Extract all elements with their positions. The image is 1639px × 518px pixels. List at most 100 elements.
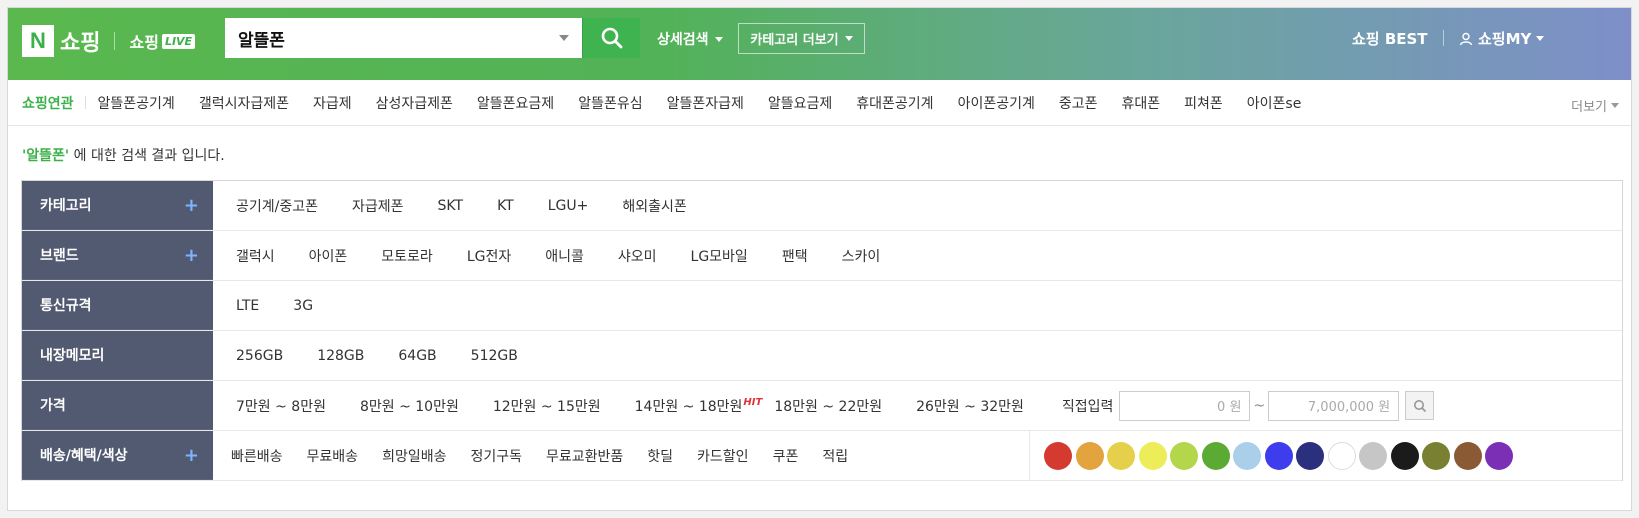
color-swatch[interactable] bbox=[1327, 441, 1356, 470]
filter-option-label: 14만원 ~ 18만원 bbox=[634, 398, 743, 415]
filter-option[interactable]: 희망일배송 bbox=[382, 446, 446, 466]
related-item[interactable]: 자급제 bbox=[313, 93, 352, 113]
filter-option[interactable]: 카드할인 bbox=[697, 446, 749, 466]
search-box[interactable] bbox=[225, 18, 582, 58]
filter-head-network: 통신규격 bbox=[22, 281, 213, 330]
chevron-down-icon[interactable] bbox=[559, 35, 569, 41]
related-item[interactable]: 피쳐폰 bbox=[1184, 93, 1223, 113]
related-item[interactable]: 휴대폰공기계 bbox=[856, 93, 933, 113]
filter-option[interactable]: 3G bbox=[293, 298, 313, 314]
price-search-button[interactable] bbox=[1405, 391, 1435, 420]
filter-head-brand[interactable]: 브랜드 + bbox=[22, 231, 213, 280]
filter-option[interactable]: 26만원 ~ 32만원 bbox=[916, 396, 1024, 416]
color-swatch[interactable] bbox=[1296, 441, 1324, 470]
filter-option[interactable]: 아이폰 bbox=[309, 246, 348, 266]
filter-option[interactable]: 해외출시폰 bbox=[622, 196, 686, 216]
filter-option[interactable]: 512GB bbox=[471, 348, 518, 364]
related-item[interactable]: 아이폰공기계 bbox=[958, 93, 1035, 113]
related-item[interactable]: 알뜰폰유심 bbox=[578, 93, 642, 113]
color-swatch[interactable] bbox=[1485, 441, 1513, 470]
filter-option[interactable]: 자급제폰 bbox=[352, 196, 404, 216]
filter-option[interactable]: LGU+ bbox=[548, 198, 589, 214]
filter-option[interactable]: 256GB bbox=[236, 348, 283, 364]
filter-option[interactable]: 8만원 ~ 10만원 bbox=[360, 396, 459, 416]
detail-search-button[interactable]: 상세검색 bbox=[657, 29, 723, 49]
plus-icon[interactable]: + bbox=[184, 245, 199, 266]
filter-option[interactable]: 128GB bbox=[317, 348, 364, 364]
filter-option[interactable]: 빠른배송 bbox=[231, 446, 283, 466]
related-item[interactable]: 알뜰폰공기계 bbox=[98, 93, 175, 113]
filter-option[interactable]: LG모바일 bbox=[691, 246, 748, 266]
filter-head-delivery[interactable]: 배송/혜택/색상 + bbox=[22, 431, 213, 480]
color-swatch[interactable] bbox=[1359, 441, 1387, 470]
color-swatch[interactable] bbox=[1170, 441, 1198, 470]
color-swatch[interactable] bbox=[1453, 441, 1482, 470]
divider bbox=[84, 96, 86, 109]
filter-options: 빠른배송 무료배송 희망일배송 정기구독 무료교환반품 핫딜 카드할인 쿠폰 적… bbox=[213, 431, 1622, 480]
shopping-best-link[interactable]: 쇼핑 BEST bbox=[1352, 28, 1428, 49]
filter-option[interactable]: 샤오미 bbox=[618, 246, 657, 266]
filter-option[interactable]: 모토로라 bbox=[381, 246, 433, 266]
related-item[interactable]: 아이폰se bbox=[1247, 93, 1302, 113]
category-more-button[interactable]: 카테고리 더보기 bbox=[738, 23, 865, 54]
filter-option[interactable]: 팬택 bbox=[782, 246, 808, 266]
filter-option[interactable]: 적립 bbox=[822, 446, 848, 466]
filter-option[interactable]: 무료교환반품 bbox=[546, 446, 623, 466]
color-swatch[interactable] bbox=[1075, 441, 1104, 470]
filter-label: 내장메모리 bbox=[40, 348, 105, 364]
related-item[interactable]: 중고폰 bbox=[1059, 93, 1098, 113]
plus-icon[interactable]: + bbox=[184, 445, 199, 466]
color-swatch[interactable] bbox=[1264, 441, 1293, 470]
shopping-my-link[interactable]: 쇼핑MY bbox=[1459, 28, 1545, 49]
filter-label: 가격 bbox=[40, 398, 66, 414]
search-input[interactable] bbox=[226, 28, 559, 48]
caret-down-icon bbox=[1611, 103, 1619, 108]
logo[interactable]: N 쇼핑 쇼핑 LIVE bbox=[22, 25, 196, 57]
price-max-field[interactable]: 7,000,000 원 bbox=[1268, 390, 1400, 421]
color-swatch[interactable] bbox=[1201, 441, 1230, 470]
filter-option[interactable]: LTE bbox=[236, 298, 259, 314]
related-more-button[interactable]: 더보기 bbox=[1571, 96, 1619, 115]
filter-row-brand: 브랜드 + 갤럭시 아이폰 모토로라 LG전자 애니콜 샤오미 LG모바일 팬택… bbox=[22, 231, 1622, 281]
color-swatch[interactable] bbox=[1233, 441, 1261, 470]
related-item[interactable]: 삼성자급제폰 bbox=[376, 93, 453, 113]
divider bbox=[114, 32, 116, 50]
related-item[interactable]: 알뜰폰요금제 bbox=[477, 93, 554, 113]
related-item[interactable]: 휴대폰 bbox=[1121, 93, 1160, 113]
filter-option[interactable]: 핫딜 bbox=[647, 446, 673, 466]
filter-option[interactable]: 정기구독 bbox=[470, 446, 522, 466]
filter-option[interactable]: 7만원 ~ 8만원 bbox=[236, 396, 326, 416]
filter-options: 갤럭시 아이폰 모토로라 LG전자 애니콜 샤오미 LG모바일 팬택 스카이 bbox=[213, 231, 1622, 280]
color-swatch[interactable] bbox=[1044, 441, 1072, 470]
filter-option[interactable]: 무료배송 bbox=[307, 446, 359, 466]
color-swatch[interactable] bbox=[1422, 441, 1450, 470]
filter-option[interactable]: 12만원 ~ 15만원 bbox=[493, 396, 601, 416]
filter-option[interactable]: 스카이 bbox=[842, 246, 881, 266]
filter-option[interactable]: LG전자 bbox=[467, 246, 511, 266]
related-item[interactable]: 갤럭시자급제폰 bbox=[199, 93, 289, 113]
filter-option[interactable]: 18만원 ~ 22만원 bbox=[774, 396, 882, 416]
search-button[interactable] bbox=[582, 18, 640, 58]
color-swatches bbox=[1029, 431, 1622, 480]
color-swatch[interactable] bbox=[1107, 441, 1135, 470]
color-swatch[interactable] bbox=[1138, 441, 1167, 470]
filter-option[interactable]: 14만원 ~ 18만원HIT bbox=[635, 396, 763, 416]
filter-head-category[interactable]: 카테고리 + bbox=[22, 181, 213, 230]
color-swatch[interactable] bbox=[1390, 441, 1419, 470]
shopping-live-link[interactable]: 쇼핑 bbox=[129, 29, 158, 53]
detail-search-label: 상세검색 bbox=[657, 32, 709, 48]
filter-option[interactable]: KT bbox=[497, 198, 514, 214]
related-item[interactable]: 알뜰폰자급제 bbox=[667, 93, 744, 113]
filter-option[interactable]: 애니콜 bbox=[545, 246, 584, 266]
filter-options: LTE 3G bbox=[213, 281, 1622, 330]
search-icon bbox=[1413, 399, 1426, 412]
plus-icon[interactable]: + bbox=[184, 195, 199, 216]
filter-option[interactable]: 64GB bbox=[398, 348, 436, 364]
caret-down-icon bbox=[1536, 36, 1545, 41]
filter-option[interactable]: 갤럭시 bbox=[236, 246, 275, 266]
filter-option[interactable]: SKT bbox=[438, 198, 464, 214]
filter-option[interactable]: 쿠폰 bbox=[773, 446, 799, 466]
price-min-field[interactable]: 0 원 bbox=[1119, 390, 1251, 421]
filter-option[interactable]: 공기계/중고폰 bbox=[236, 196, 318, 216]
related-item[interactable]: 알뜰요금제 bbox=[768, 93, 832, 113]
